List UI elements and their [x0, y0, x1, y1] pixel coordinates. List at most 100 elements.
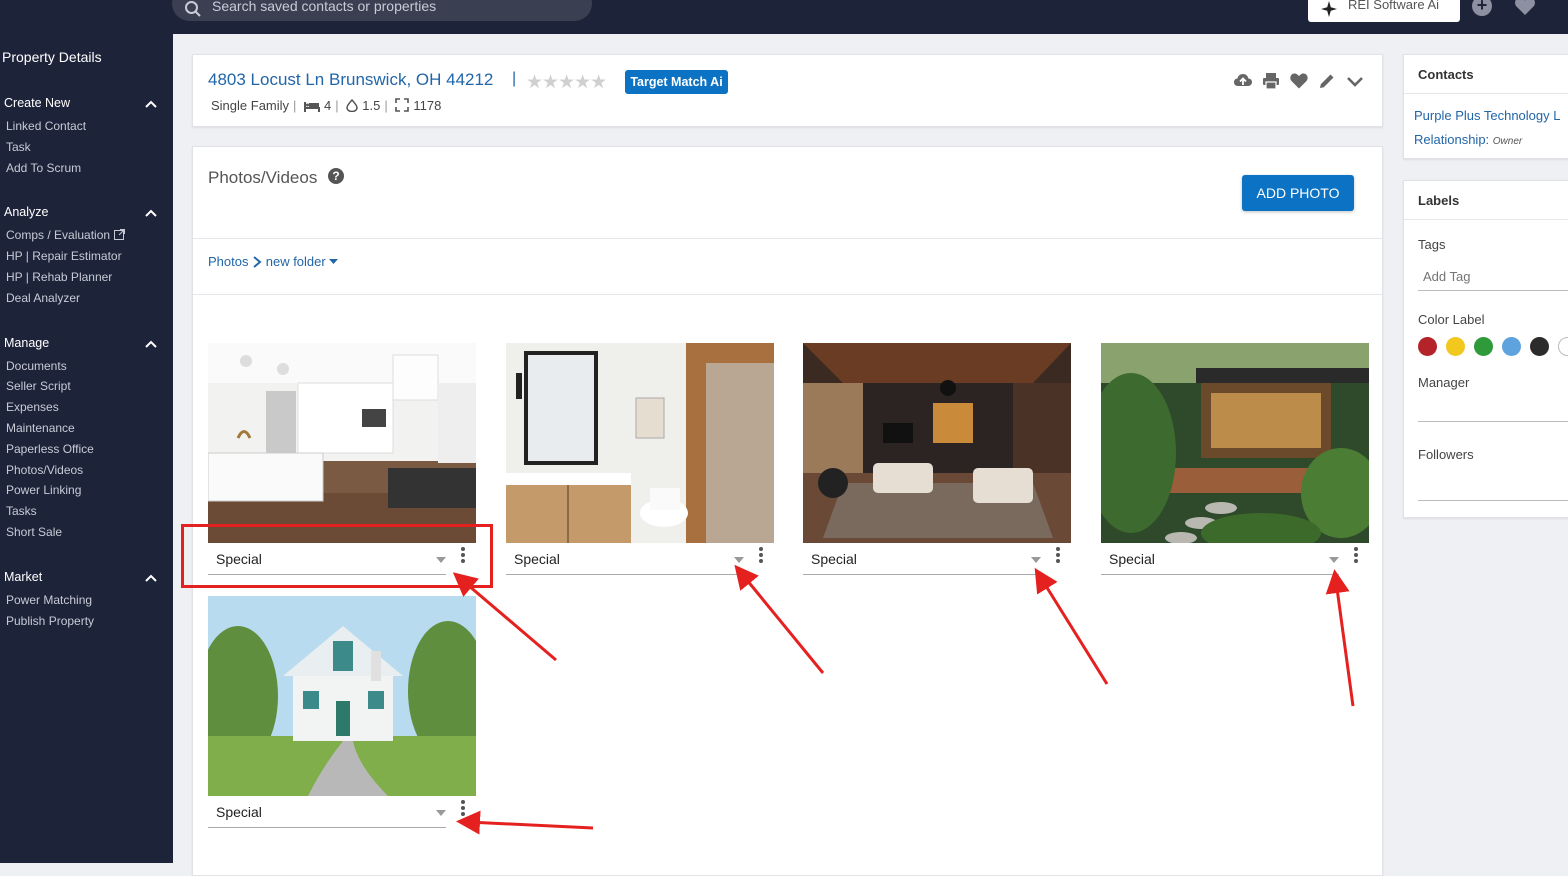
- sidebar-section-market[interactable]: Market: [4, 570, 42, 584]
- rei-software-ai-button[interactable]: REI Software Ai: [1308, 0, 1460, 22]
- photo-category-select[interactable]: Special: [1101, 543, 1339, 575]
- sqft-value: 1178: [413, 98, 442, 113]
- sidebar-section-create-new[interactable]: Create New: [4, 96, 70, 110]
- sidebar-item-photos-videos[interactable]: Photos/Videos: [6, 463, 83, 477]
- chevron-up-icon[interactable]: [144, 573, 158, 583]
- kitchen-photo[interactable]: [208, 343, 476, 543]
- living-room-photo[interactable]: [803, 343, 1071, 543]
- photo-category-select[interactable]: Special: [506, 543, 744, 575]
- plus-icon[interactable]: +: [1472, 0, 1492, 16]
- print-icon[interactable]: [1261, 71, 1281, 91]
- section-title: Photos/Videos: [208, 168, 318, 187]
- bed-icon: [304, 102, 321, 112]
- edit-pencil-icon[interactable]: [1317, 71, 1337, 91]
- sidebar-item-seller-script[interactable]: Seller Script: [6, 379, 71, 393]
- bathroom-photo[interactable]: [506, 343, 774, 543]
- patio-photo[interactable]: [1101, 343, 1369, 543]
- heart-icon[interactable]: [1289, 71, 1309, 91]
- color-label-heading: Color Label: [1418, 312, 1485, 327]
- sidebar-item-maintenance[interactable]: Maintenance: [6, 421, 75, 435]
- expand-sqft-icon: [395, 98, 410, 112]
- manager-field[interactable]: [1418, 421, 1568, 422]
- breadcrumb-photos[interactable]: Photos: [208, 254, 248, 269]
- search-input[interactable]: Search saved contacts or properties: [172, 0, 592, 21]
- chevron-up-icon[interactable]: [144, 99, 158, 109]
- labels-card: Labels Tags Color Label Manager Follower…: [1403, 180, 1568, 518]
- target-match-badge[interactable]: Target Match Ai: [625, 70, 728, 94]
- house-exterior-photo[interactable]: [208, 596, 476, 796]
- baths-count: 1.5: [362, 98, 381, 113]
- color-swatch-red[interactable]: [1418, 337, 1437, 356]
- color-swatch-white[interactable]: [1558, 337, 1568, 356]
- labels-heading: Labels: [1418, 193, 1460, 208]
- followers-field[interactable]: [1418, 500, 1568, 501]
- more-options-icon[interactable]: [459, 547, 467, 565]
- more-options-icon[interactable]: [757, 547, 765, 565]
- heart-icon[interactable]: [1514, 0, 1536, 16]
- property-address[interactable]: 4803 Locust Ln Brunswick, OH 44212: [208, 70, 493, 90]
- add-photo-button[interactable]: ADD PHOTO: [1242, 175, 1354, 211]
- breadcrumb-folder[interactable]: new folder: [266, 254, 326, 269]
- external-link-icon: [114, 229, 126, 240]
- sidebar-item-power-linking[interactable]: Power Linking: [6, 483, 81, 497]
- help-icon[interactable]: ?: [328, 168, 344, 184]
- relationship-value: Owner: [1492, 136, 1523, 147]
- chevron-down-icon[interactable]: [1345, 71, 1365, 91]
- star-rating[interactable]: ★★★★★: [526, 71, 607, 94]
- manager-label: Manager: [1418, 375, 1470, 390]
- caret-down-icon: [436, 810, 446, 816]
- property-meta: Single Family | 4 | 1.5 | 1178: [211, 98, 442, 113]
- chevron-up-icon[interactable]: [144, 208, 158, 218]
- sidebar-item-publish-property[interactable]: Publish Property: [6, 614, 94, 628]
- sidebar-item-expenses[interactable]: Expenses: [6, 400, 59, 414]
- photo-category-select[interactable]: Special: [803, 543, 1041, 575]
- sidebar: Property Details Create New Linked Conta…: [0, 34, 173, 863]
- photo-category-select[interactable]: Special: [208, 543, 446, 575]
- sidebar-item-add-to-scrum[interactable]: Add To Scrum: [6, 161, 81, 175]
- sidebar-item-comps-evaluation[interactable]: Comps / Evaluation: [6, 228, 126, 242]
- sidebar-title: Property Details: [2, 49, 102, 65]
- sidebar-section-analyze[interactable]: Analyze: [4, 205, 48, 219]
- contact-name-link[interactable]: Purple Plus Technology L: [1414, 108, 1560, 123]
- divider: [193, 294, 1382, 295]
- address-separator: |: [512, 70, 517, 87]
- sidebar-section-manage[interactable]: Manage: [4, 336, 49, 350]
- more-options-icon[interactable]: [1352, 547, 1360, 565]
- sidebar-item-power-matching[interactable]: Power Matching: [6, 593, 92, 607]
- sidebar-item-tasks[interactable]: Tasks: [6, 504, 37, 518]
- sparkle-icon: [1321, 1, 1337, 17]
- contacts-card: Contacts Purple Plus Technology L Relati…: [1403, 54, 1568, 159]
- chevron-up-icon[interactable]: [144, 339, 158, 349]
- ai-button-label: REI Software Ai: [1348, 0, 1440, 12]
- followers-label: Followers: [1418, 447, 1474, 462]
- sidebar-item-short-sale[interactable]: Short Sale: [6, 525, 62, 539]
- caret-down-icon: [734, 557, 744, 563]
- color-swatch-green[interactable]: [1474, 337, 1493, 356]
- color-swatch-black[interactable]: [1530, 337, 1549, 356]
- photo-category-value: Special: [216, 551, 262, 567]
- search-icon: [185, 1, 201, 17]
- contacts-heading: Contacts: [1418, 67, 1474, 82]
- chevron-right-icon: [253, 255, 262, 268]
- sidebar-item-documents[interactable]: Documents: [6, 359, 67, 373]
- photo-category-value: Special: [811, 551, 857, 567]
- sidebar-item-paperless-office[interactable]: Paperless Office: [6, 442, 94, 456]
- bath-drop-icon: [346, 98, 359, 113]
- photo-category-value: Special: [514, 551, 560, 567]
- caret-down-icon[interactable]: [329, 258, 339, 265]
- sidebar-item-deal-analyzer[interactable]: Deal Analyzer: [6, 291, 80, 305]
- sidebar-item-rehab-planner[interactable]: HP | Rehab Planner: [6, 270, 112, 284]
- color-swatch-blue[interactable]: [1502, 337, 1521, 356]
- sidebar-item-task[interactable]: Task: [6, 140, 31, 154]
- sidebar-item-linked-contact[interactable]: Linked Contact: [6, 119, 86, 133]
- add-tag-input[interactable]: [1418, 263, 1568, 291]
- more-options-icon[interactable]: [1054, 547, 1062, 565]
- photo-category-select[interactable]: Special: [208, 796, 446, 828]
- relationship-label: Relationship:: [1414, 132, 1490, 147]
- more-options-icon[interactable]: [459, 800, 467, 818]
- property-type: Single Family: [211, 98, 290, 113]
- cloud-upload-icon[interactable]: [1233, 71, 1253, 91]
- color-swatch-yellow[interactable]: [1446, 337, 1465, 356]
- property-header-card: 4803 Locust Ln Brunswick, OH 44212 | ★★★…: [192, 54, 1383, 127]
- sidebar-item-repair-estimator[interactable]: HP | Repair Estimator: [6, 249, 122, 263]
